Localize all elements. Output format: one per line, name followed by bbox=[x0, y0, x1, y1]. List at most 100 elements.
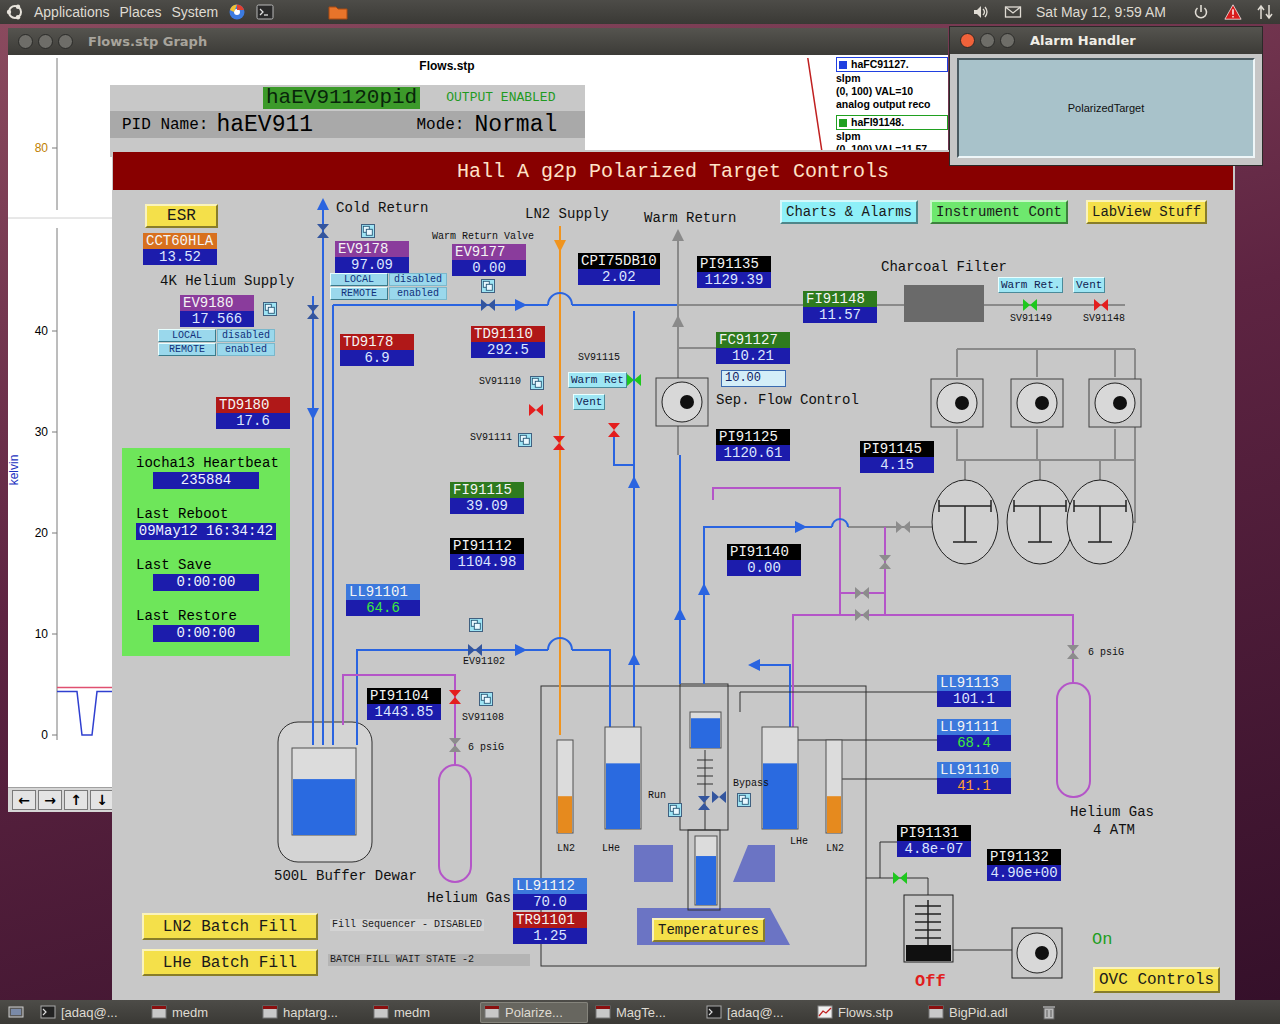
window-titlebar[interactable]: Alarm Handler bbox=[950, 27, 1262, 54]
terminal-icon[interactable] bbox=[256, 3, 274, 21]
minimize-button[interactable] bbox=[980, 33, 995, 48]
alarm-group[interactable]: PolarizedTarget bbox=[957, 58, 1255, 158]
taskbar-item[interactable]: haptarg... bbox=[258, 1002, 366, 1023]
mode-button[interactable]: REMOTE bbox=[158, 343, 216, 356]
power-icon[interactable] bbox=[1192, 3, 1210, 21]
process-variable[interactable]: CPI75DB10 2.02 bbox=[578, 253, 660, 285]
folder-icon[interactable] bbox=[328, 3, 348, 21]
related-display-icon[interactable] bbox=[737, 793, 751, 807]
maximize-button[interactable] bbox=[58, 34, 73, 49]
valve-icon[interactable] bbox=[855, 609, 869, 621]
backing-pump-icon[interactable] bbox=[1012, 928, 1062, 978]
control-button[interactable]: Instrument Cont bbox=[930, 200, 1068, 224]
valve-icon[interactable] bbox=[608, 423, 620, 437]
pump-icon[interactable] bbox=[931, 379, 983, 427]
valve-button[interactable]: Warm Ret bbox=[568, 372, 627, 388]
nav-button[interactable]: ← bbox=[12, 790, 36, 810]
close-button[interactable] bbox=[18, 34, 33, 49]
process-variable[interactable]: PI91104 1443.85 bbox=[367, 688, 441, 720]
panel-menu[interactable]: Places bbox=[120, 4, 162, 20]
valve-icon[interactable] bbox=[1023, 299, 1037, 311]
close-button[interactable] bbox=[960, 33, 975, 48]
valve-icon[interactable] bbox=[1094, 299, 1108, 311]
window-titlebar[interactable]: Flows.stp Graph bbox=[8, 28, 948, 55]
related-display-icon[interactable] bbox=[481, 279, 495, 293]
roots-pump-icon[interactable] bbox=[1067, 480, 1133, 564]
process-variable[interactable]: EV9178 97.09 bbox=[335, 241, 409, 273]
nav-button[interactable]: ↑ bbox=[64, 790, 88, 810]
legend-item[interactable]: haFC91127. slpm (0, 100) VAL=10 analog o… bbox=[836, 57, 948, 111]
valve-icon[interactable] bbox=[317, 224, 329, 238]
show-desktop-icon[interactable] bbox=[8, 1004, 24, 1020]
process-variable[interactable]: LL91110 41.1 bbox=[937, 762, 1011, 794]
related-display-icon[interactable] bbox=[361, 224, 375, 238]
valve-icon[interactable] bbox=[712, 791, 726, 803]
valve-icon[interactable] bbox=[553, 436, 565, 450]
process-variable[interactable]: EV9180 17.566 bbox=[180, 295, 254, 327]
valve-button[interactable]: Vent bbox=[1073, 277, 1105, 293]
related-display-icon[interactable] bbox=[479, 692, 493, 706]
control-button[interactable]: LN2 Batch Fill bbox=[142, 913, 318, 940]
browser-icon[interactable] bbox=[228, 3, 246, 21]
valve-icon[interactable] bbox=[449, 738, 461, 752]
control-button[interactable]: LHe Batch Fill bbox=[142, 949, 318, 976]
process-variable[interactable]: PI91131 4.8e-07 bbox=[897, 825, 971, 857]
control-button[interactable]: LabView Stuff bbox=[1086, 200, 1207, 224]
process-variable[interactable]: LL91101 64.6 bbox=[346, 584, 420, 616]
valve-icon[interactable] bbox=[627, 374, 641, 386]
valve-button[interactable]: Vent bbox=[573, 394, 605, 410]
related-display-icon[interactable] bbox=[263, 302, 277, 316]
valve-icon[interactable] bbox=[879, 555, 891, 569]
process-variable[interactable]: CCT60HLA 13.52 bbox=[143, 233, 217, 265]
related-display-icon[interactable] bbox=[668, 803, 682, 817]
mode-button[interactable]: REMOTE bbox=[330, 287, 388, 300]
maximize-button[interactable] bbox=[1000, 33, 1015, 48]
process-variable[interactable]: FI91115 39.09 bbox=[450, 482, 524, 514]
valve-icon[interactable] bbox=[307, 305, 319, 319]
mode-button[interactable]: LOCAL bbox=[158, 329, 216, 342]
flow-setpoint-field[interactable]: 10.00 bbox=[721, 370, 786, 387]
taskbar-item[interactable]: medm bbox=[147, 1002, 255, 1023]
valve-icon[interactable] bbox=[893, 872, 907, 884]
minimize-button[interactable] bbox=[38, 34, 53, 49]
network-icon[interactable] bbox=[1256, 3, 1274, 21]
process-variable[interactable]: FI91148 11.57 bbox=[803, 291, 877, 323]
taskbar-item[interactable]: Polarize... bbox=[480, 1002, 588, 1023]
taskbar-item[interactable]: MagTe... bbox=[591, 1002, 699, 1023]
pid-mode[interactable]: Normal bbox=[474, 112, 557, 138]
volume-icon[interactable] bbox=[972, 3, 990, 21]
taskbar-item[interactable]: Flows.stp bbox=[813, 1002, 921, 1023]
process-variable[interactable]: LL91111 68.4 bbox=[937, 719, 1011, 751]
process-variable[interactable]: PI91145 4.15 bbox=[860, 441, 934, 473]
valve-icon[interactable] bbox=[896, 521, 910, 533]
valve-icon[interactable] bbox=[698, 796, 710, 810]
process-variable[interactable]: TD9180 17.6 bbox=[216, 397, 290, 429]
process-variable[interactable]: PI91125 1120.61 bbox=[716, 429, 790, 461]
panel-menu[interactable]: Applications bbox=[34, 4, 110, 20]
valve-button[interactable]: Warm Ret. bbox=[998, 277, 1063, 293]
valve-icon[interactable] bbox=[468, 644, 482, 656]
control-button[interactable]: OVC Controls bbox=[1093, 967, 1220, 993]
roots-pump-icon[interactable] bbox=[1007, 480, 1073, 564]
process-variable[interactable]: PI91132 4.90e+00 bbox=[987, 849, 1061, 881]
mail-icon[interactable] bbox=[1004, 3, 1022, 21]
valve-icon[interactable] bbox=[529, 404, 543, 416]
taskbar-item[interactable]: [adaq@... bbox=[36, 1002, 144, 1023]
process-variable[interactable]: EV9177 0.00 bbox=[452, 244, 526, 276]
valve-icon[interactable] bbox=[481, 299, 495, 311]
process-variable[interactable]: TR91101 1.25 bbox=[513, 912, 587, 944]
process-variable[interactable]: PI91112 1104.98 bbox=[450, 538, 524, 570]
pump-icon[interactable] bbox=[656, 378, 708, 426]
taskbar-item[interactable]: medm bbox=[369, 1002, 477, 1023]
roots-pump-icon[interactable] bbox=[932, 480, 998, 564]
process-variable[interactable]: PI91135 1129.39 bbox=[697, 256, 771, 288]
ubuntu-logo-icon[interactable] bbox=[6, 3, 24, 21]
process-variable[interactable]: PI91140 0.00 bbox=[727, 544, 801, 576]
trash-icon[interactable] bbox=[1041, 1004, 1057, 1020]
valve-icon[interactable] bbox=[449, 690, 461, 704]
taskbar-item[interactable]: [adaq@... bbox=[702, 1002, 810, 1023]
control-button[interactable]: Temperatures bbox=[652, 918, 765, 942]
mode-button[interactable]: LOCAL bbox=[330, 273, 388, 286]
panel-clock[interactable]: Sat May 12, 9:59 AM bbox=[1036, 4, 1166, 20]
valve-icon[interactable] bbox=[1067, 645, 1079, 659]
